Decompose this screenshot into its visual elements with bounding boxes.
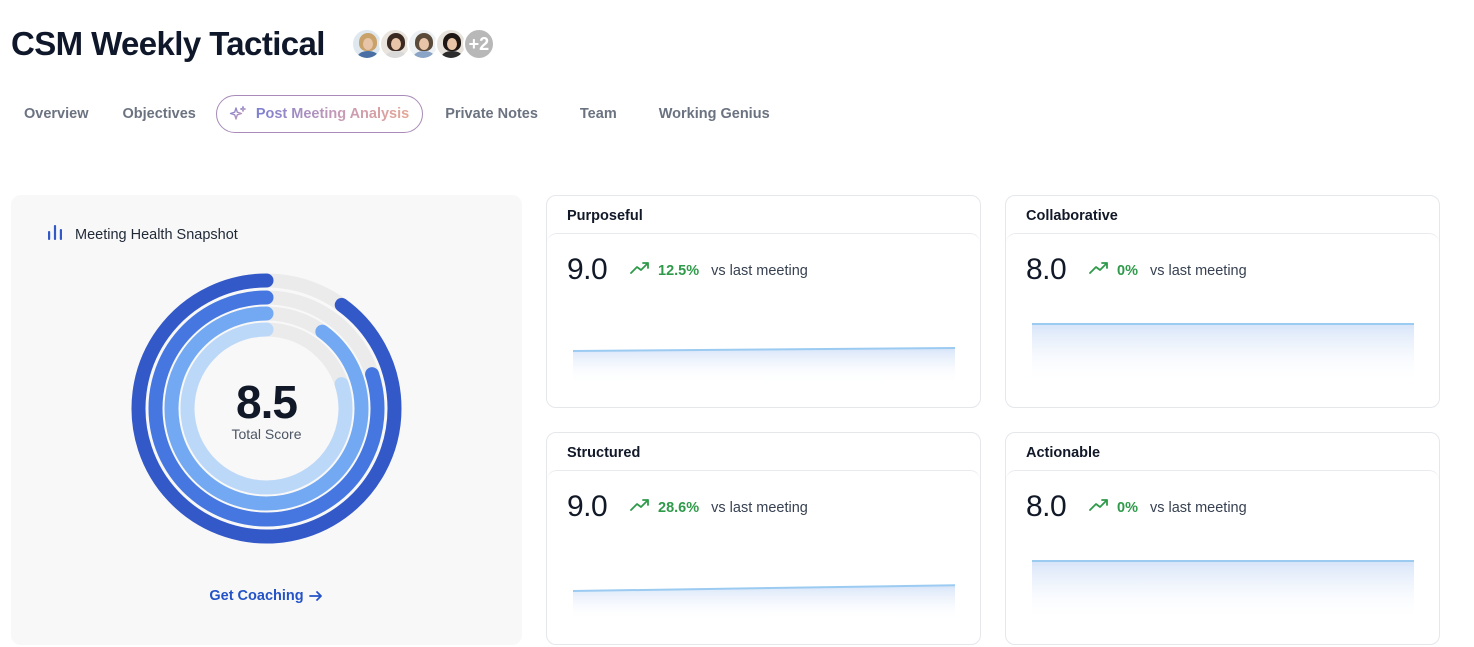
total-score-value: 8.5: [236, 376, 298, 428]
metric-card-purposeful: Purposeful 9.0 12.5% vs last meeting: [546, 195, 981, 408]
sparkle-icon: [229, 105, 247, 123]
metric-sparkline: [573, 347, 955, 384]
metric-comparison-label: vs last meeting: [711, 499, 808, 516]
get-coaching-link[interactable]: Get Coaching: [11, 588, 522, 604]
metric-sparkline: [1032, 560, 1414, 621]
metric-value: 9.0: [567, 253, 608, 286]
sparkline-area: [1032, 324, 1414, 384]
snapshot-title: Meeting Health Snapshot: [75, 226, 238, 243]
metric-body: 9.0 12.5% vs last meeting: [547, 233, 980, 408]
tab-bar: Overview Objectives Post Meeting Analysi…: [10, 95, 790, 133]
metric-title: Structured: [567, 445, 641, 461]
metric-comparison-label: vs last meeting: [711, 262, 808, 279]
avatar-face: [362, 38, 373, 50]
avatar-body: [384, 51, 407, 58]
metric-trend: 28.6% vs last meeting: [630, 498, 808, 517]
trending-up-icon: [630, 261, 650, 280]
metric-value: 8.0: [1026, 253, 1067, 286]
trending-up-icon: [1089, 498, 1109, 517]
tab-private-notes[interactable]: Private Notes: [431, 95, 552, 133]
arrow-right-icon: [308, 588, 324, 604]
trending-up-icon: [1089, 261, 1109, 280]
tab-team[interactable]: Team: [566, 95, 631, 133]
avatar-face: [390, 38, 401, 50]
metric-card-collaborative: Collaborative 8.0 0% vs last meeting: [1005, 195, 1440, 408]
avatar-body: [412, 51, 435, 58]
page-title: CSM Weekly Tactical: [11, 25, 325, 62]
metric-sparkline: [1032, 323, 1414, 384]
page-header: CSM Weekly Tactical +2: [11, 22, 495, 66]
avatar-face: [418, 38, 429, 50]
metric-change: 28.6%: [658, 499, 700, 516]
sparkline-area: [1032, 561, 1414, 621]
metric-trend: 12.5% vs last meeting: [630, 261, 808, 280]
bar-chart-icon: [47, 223, 63, 246]
metric-change: 12.5%: [658, 262, 700, 279]
metric-trend: 0% vs last meeting: [1089, 261, 1247, 280]
metric-title: Purposeful: [567, 208, 643, 224]
tab-objectives[interactable]: Objectives: [109, 95, 210, 133]
metric-card-actionable: Actionable 8.0 0% vs last meeting: [1005, 432, 1440, 645]
meeting-health-snapshot-card: Meeting Health Snapshot 8.5 Total Score …: [11, 195, 522, 645]
avatar-body: [356, 51, 379, 58]
tab-post-meeting-analysis-label: Post Meeting Analysis: [255, 106, 410, 122]
trending-up-icon: [630, 498, 650, 517]
total-score-label: Total Score: [231, 426, 302, 442]
avatar-body: [440, 51, 463, 58]
metric-sparkline: [573, 584, 955, 621]
metric-comparison-label: vs last meeting: [1149, 262, 1247, 279]
tab-working-genius[interactable]: Working Genius: [645, 95, 784, 133]
metric-body: 8.0 0% vs last meeting: [1006, 233, 1439, 408]
tab-post-meeting-analysis[interactable]: Post Meeting Analysis: [215, 95, 424, 133]
get-coaching-label: Get Coaching: [209, 588, 304, 604]
metric-body: 8.0 0% vs last meeting: [1006, 470, 1439, 645]
metric-value: 8.0: [1026, 490, 1067, 523]
metric-trend: 0% vs last meeting: [1089, 498, 1247, 517]
metric-comparison-label: vs last meeting: [1149, 499, 1247, 516]
metric-value: 9.0: [567, 490, 608, 523]
sparkline-area: [573, 348, 955, 384]
metric-title: Actionable: [1026, 445, 1101, 461]
metric-title: Collaborative: [1026, 208, 1118, 224]
participant-avatars[interactable]: +2: [350, 28, 495, 60]
metric-change: 0%: [1117, 499, 1138, 516]
avatar-face: [446, 38, 457, 50]
more-participants-badge[interactable]: +2: [462, 28, 495, 60]
metric-body: 9.0 28.6% vs last meeting: [547, 470, 980, 645]
metric-card-structured: Structured 9.0 28.6% vs last meeting: [546, 432, 981, 645]
snapshot-header: Meeting Health Snapshot: [47, 223, 238, 246]
tab-overview[interactable]: Overview: [10, 95, 103, 133]
metric-change: 0%: [1117, 262, 1138, 279]
score-ring-chart: 8.5 Total Score: [130, 272, 403, 545]
